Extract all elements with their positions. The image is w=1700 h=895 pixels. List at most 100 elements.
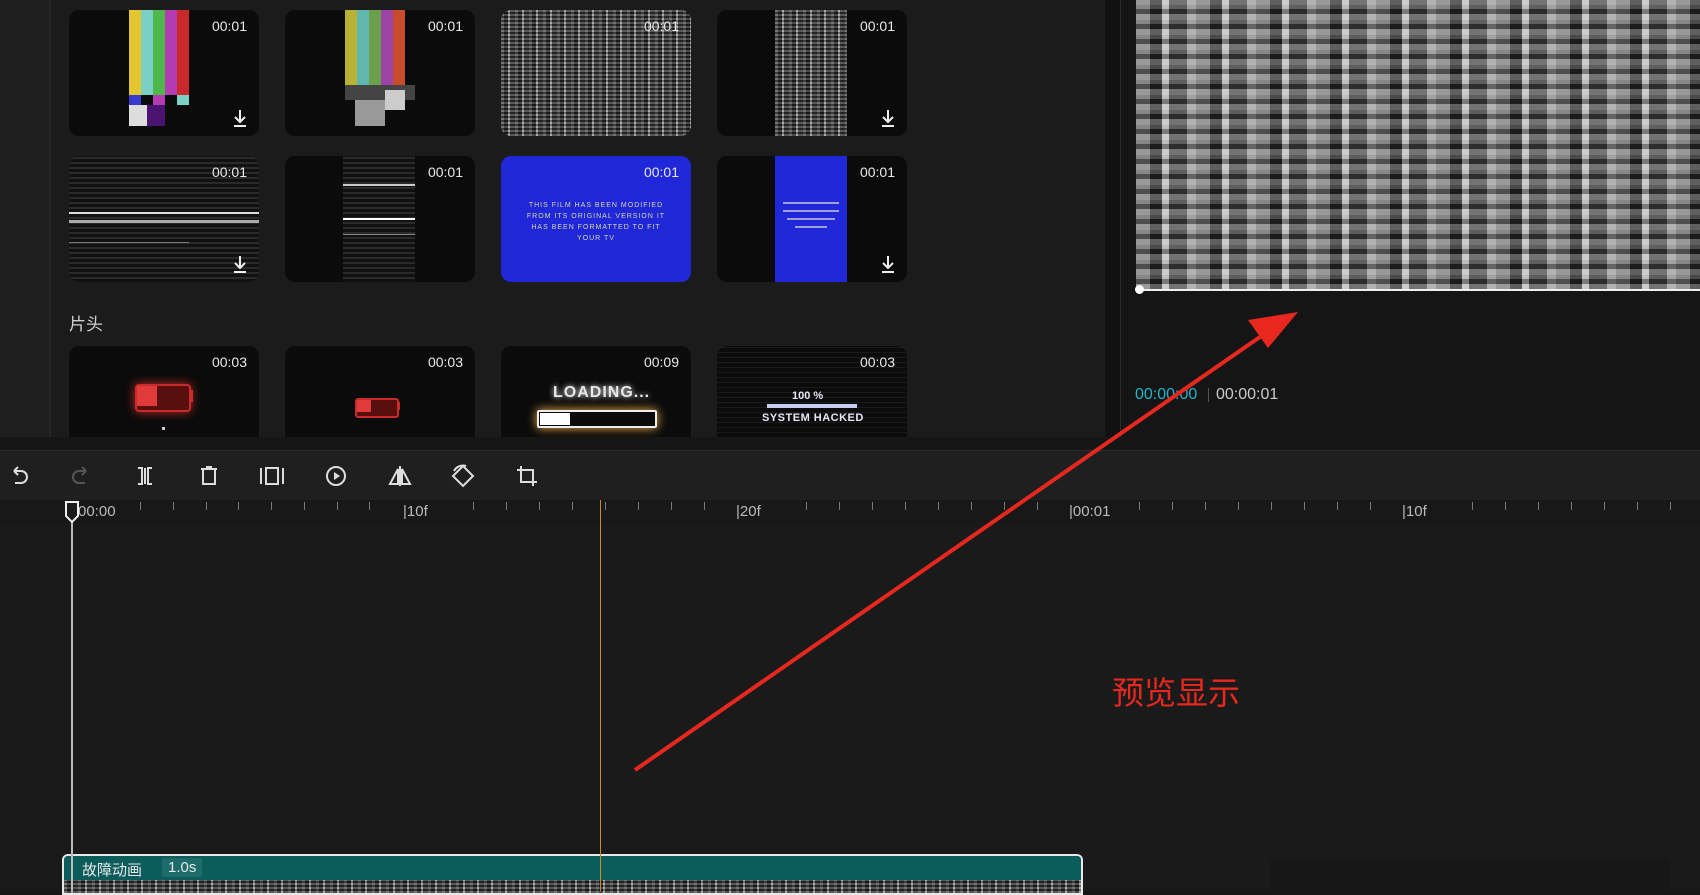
- freeze-icon: [260, 467, 284, 485]
- download-icon[interactable]: [879, 254, 897, 274]
- timeline-track-area[interactable]: 故障动画 1.0s: [0, 524, 1700, 895]
- effect-thumbnail[interactable]: 100 % SYSTEM HACKED 00:03: [717, 346, 907, 437]
- mirror-button[interactable]: [385, 461, 415, 491]
- download-icon[interactable]: [879, 108, 897, 128]
- ruler-tick: [605, 502, 606, 510]
- playhead-handle-icon[interactable]: [63, 500, 81, 524]
- effect-thumbnail[interactable]: 00:01: [285, 156, 475, 282]
- ruler-tick: [1337, 502, 1338, 510]
- total-time: 00:00:01: [1216, 386, 1279, 403]
- blue-screen-narrow-icon: [775, 156, 847, 282]
- effect-thumbnail[interactable]: 00:01: [717, 156, 907, 282]
- annotation-label: 预览显示: [1112, 674, 1241, 712]
- ruler-tick: [304, 502, 305, 510]
- ruler-tick: [473, 502, 474, 510]
- cursor-marker-line: [600, 500, 601, 891]
- blue-screen-text: THIS FILM HAS BEEN MODIFIED FROM ITS ORI…: [526, 202, 666, 242]
- duration-label: 00:01: [643, 18, 679, 34]
- reverse-icon: [326, 466, 346, 486]
- delete-icon: [201, 466, 217, 485]
- duration-label: 00:01: [859, 18, 895, 34]
- effect-thumbnail[interactable]: THIS FILM HAS BEEN MODIFIED FROM ITS ORI…: [501, 156, 691, 282]
- loading-bar-icon: LOADING...: [531, 346, 661, 437]
- ruler-label: |10f: [1402, 503, 1427, 520]
- redo-button[interactable]: [66, 461, 96, 491]
- effect-thumbnail[interactable]: 00:01: [69, 156, 259, 282]
- playhead-line[interactable]: [71, 510, 73, 891]
- rotate-button[interactable]: [448, 461, 478, 491]
- preview-progress-handle[interactable]: [1135, 285, 1144, 294]
- download-icon[interactable]: [231, 108, 249, 128]
- battery-low-icon: [129, 346, 199, 437]
- ruler-tick: [369, 502, 370, 510]
- battery-low-small-icon: [343, 346, 415, 437]
- edit-toolbar: [0, 450, 1700, 502]
- ruler-label: |10f: [403, 503, 428, 520]
- scanline-narrow-icon: [343, 156, 415, 282]
- ruler-tick: [1037, 502, 1038, 510]
- duration-label: 00:01: [859, 164, 895, 180]
- ruler-tick: [905, 502, 906, 510]
- effect-thumbnail[interactable]: 00:01: [501, 10, 691, 136]
- effect-thumbnail[interactable]: 00:01: [717, 10, 907, 136]
- duration-label: 00:03: [859, 354, 895, 370]
- ruler-tick: [671, 502, 672, 510]
- ruler-tick: [539, 502, 540, 510]
- static-noise-narrow-icon: [775, 10, 847, 136]
- split-button[interactable]: [130, 461, 160, 491]
- duration-label: 00:09: [643, 354, 679, 370]
- ruler-tick: [1172, 502, 1173, 510]
- freeze-button[interactable]: [257, 461, 287, 491]
- reverse-button[interactable]: [321, 461, 351, 491]
- crop-button[interactable]: [512, 461, 542, 491]
- ruler-tick: [872, 502, 873, 510]
- hacked-text: SYSTEM HACKED: [762, 412, 864, 424]
- ruler-tick: [971, 502, 972, 510]
- split-icon: [138, 467, 152, 485]
- track-background: [1270, 859, 1670, 891]
- ruler-tick: [1670, 502, 1671, 510]
- preview-progress-bar[interactable]: [1136, 289, 1700, 291]
- duration-label: 00:01: [211, 18, 247, 34]
- ruler-tick: [1238, 502, 1239, 510]
- panel-divider[interactable]: [1105, 0, 1120, 437]
- ruler-tick: [839, 502, 840, 510]
- preview-video[interactable]: [1136, 0, 1700, 290]
- duration-label: 00:03: [427, 354, 463, 370]
- effect-thumbnail[interactable]: 00:01: [69, 10, 259, 136]
- undo-button[interactable]: [4, 461, 34, 491]
- effect-thumbnail[interactable]: LOADING... 00:09: [501, 346, 691, 437]
- effect-clip[interactable]: 故障动画 1.0s: [62, 854, 1083, 895]
- ruler-tick: [806, 502, 807, 510]
- ruler-tick: [271, 502, 272, 510]
- ruler-tick: [572, 502, 573, 510]
- ruler-tick: [1205, 502, 1206, 510]
- ruler-label: |20f: [736, 503, 761, 520]
- ruler-tick: [337, 502, 338, 510]
- ruler-tick: [1472, 502, 1473, 510]
- ruler-tick: [938, 502, 939, 510]
- delete-button[interactable]: [194, 461, 224, 491]
- ruler-label: |00:01: [1069, 503, 1111, 520]
- timeline-ruler[interactable]: 00:00 |10f |20f |00:01 |10f: [0, 500, 1700, 524]
- download-icon[interactable]: [231, 254, 249, 274]
- ruler-tick: [638, 502, 639, 510]
- ruler-tick: [1139, 502, 1140, 510]
- ruler-tick: [1637, 502, 1638, 510]
- duration-label: 00:01: [211, 164, 247, 180]
- ruler-tick: [1004, 502, 1005, 510]
- duration-label: 00:01: [427, 18, 463, 34]
- ruler-tick: [704, 502, 705, 510]
- clip-header: [64, 856, 1081, 880]
- effect-thumbnail[interactable]: 00:01: [285, 10, 475, 136]
- undo-icon: [13, 466, 28, 484]
- crop-icon: [517, 466, 537, 486]
- duration-label: 00:01: [427, 164, 463, 180]
- effect-thumbnail[interactable]: 00:03: [285, 346, 475, 437]
- section-title-intro: 片头: [69, 315, 103, 334]
- hacked-percent: 100 %: [792, 390, 824, 402]
- ruler-tick: [1604, 502, 1605, 510]
- clip-duration: 1.0s: [162, 858, 203, 877]
- effect-thumbnail[interactable]: 00:03: [69, 346, 259, 437]
- clip-name: 故障动画: [82, 862, 143, 879]
